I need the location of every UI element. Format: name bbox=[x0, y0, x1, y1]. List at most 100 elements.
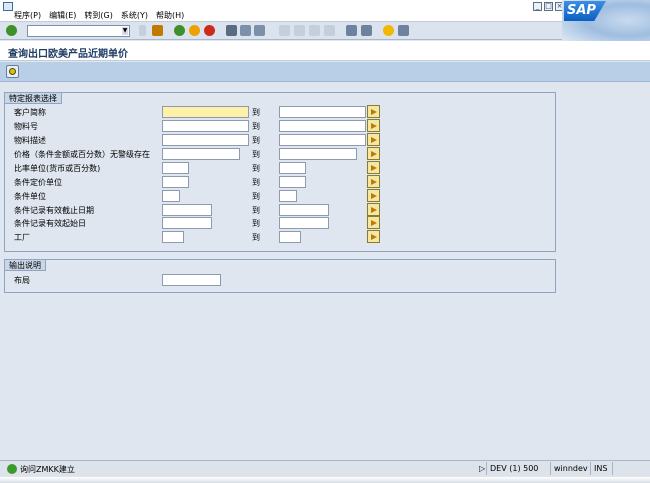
field-label: 物料号 bbox=[14, 122, 38, 131]
save-icon[interactable] bbox=[152, 25, 163, 36]
output-group-title: 输出说明 bbox=[5, 260, 46, 271]
multiple-selection-icon[interactable] bbox=[367, 161, 380, 174]
menu-goto[interactable]: 转到(G) bbox=[84, 10, 112, 21]
layout-input[interactable] bbox=[162, 274, 221, 286]
to-label: 到 bbox=[252, 233, 260, 242]
back-arrow-icon[interactable] bbox=[139, 25, 146, 36]
insert-mode[interactable]: INS bbox=[590, 462, 610, 475]
enter-icon[interactable] bbox=[6, 25, 17, 36]
to-label: 到 bbox=[252, 206, 260, 215]
layout-icon[interactable] bbox=[398, 25, 409, 36]
standard-toolbar: ▼ bbox=[0, 22, 562, 40]
material-from-input[interactable] bbox=[162, 120, 249, 132]
sap-logo-text: SAP bbox=[564, 1, 606, 21]
multiple-selection-icon[interactable] bbox=[367, 175, 380, 188]
menu-program[interactable]: 程序(P) bbox=[14, 10, 41, 21]
price-to-input[interactable] bbox=[279, 148, 357, 160]
field-label: 条件单位 bbox=[14, 192, 46, 201]
condition-unit-from-input[interactable] bbox=[162, 190, 180, 202]
first-page-icon[interactable] bbox=[279, 25, 290, 36]
plant-to-input[interactable] bbox=[279, 231, 301, 243]
multiple-selection-icon[interactable] bbox=[367, 189, 380, 202]
row-condition-unit: 条件单位 到 bbox=[5, 189, 557, 203]
last-page-icon[interactable] bbox=[324, 25, 335, 36]
status-message[interactable]: 询问ZMKK建立 bbox=[20, 464, 75, 475]
maximize-icon[interactable]: □ bbox=[544, 2, 553, 11]
rate-unit-to-input[interactable] bbox=[279, 162, 306, 174]
menu-edit[interactable]: 编辑(E) bbox=[49, 10, 76, 21]
back-icon[interactable] bbox=[174, 25, 185, 36]
field-label: 工厂 bbox=[14, 233, 30, 242]
server-info: winndev bbox=[550, 462, 591, 475]
menu-help[interactable]: 帮助(H) bbox=[156, 10, 184, 21]
to-label: 到 bbox=[252, 219, 260, 228]
material-to-input[interactable] bbox=[279, 120, 366, 132]
multiple-selection-icon[interactable] bbox=[367, 119, 380, 132]
window-icon[interactable] bbox=[3, 2, 13, 11]
exit-icon[interactable] bbox=[189, 25, 200, 36]
pricing-unit-to-input[interactable] bbox=[279, 176, 306, 188]
customer-to-input[interactable] bbox=[279, 106, 366, 118]
shortcut-icon[interactable] bbox=[361, 25, 372, 36]
row-layout: 布局 bbox=[5, 274, 557, 287]
field-label: 布局 bbox=[14, 276, 30, 285]
help-icon[interactable] bbox=[383, 25, 394, 36]
field-label: 条件定价单位 bbox=[14, 178, 62, 187]
execute-icon[interactable] bbox=[6, 65, 19, 78]
row-material-number: 物料号 到 bbox=[5, 119, 557, 133]
menu: 程序(P) 编辑(E) 转到(G) 系统(Y) 帮助(H) bbox=[14, 10, 184, 21]
row-plant: 工厂 到 bbox=[5, 230, 557, 244]
selection-group: 特定报表选择 客户简称 到 物料号 到 物料描述 到 价格（条件金额或百分数）无… bbox=[4, 92, 556, 252]
menu-system[interactable]: 系统(Y) bbox=[121, 10, 148, 21]
cancel-icon[interactable] bbox=[204, 25, 215, 36]
output-group: 输出说明 布局 bbox=[4, 259, 556, 293]
to-label: 到 bbox=[252, 164, 260, 173]
valid-to-to-input[interactable] bbox=[279, 204, 329, 216]
rate-unit-from-input[interactable] bbox=[162, 162, 189, 174]
multiple-selection-icon[interactable] bbox=[367, 216, 380, 229]
to-label: 到 bbox=[252, 108, 260, 117]
pricing-unit-from-input[interactable] bbox=[162, 176, 189, 188]
multiple-selection-icon[interactable] bbox=[367, 203, 380, 216]
to-label: 到 bbox=[252, 122, 260, 131]
multiple-selection-icon[interactable] bbox=[367, 133, 380, 146]
page-title: 查询出口欧美产品近期单价 bbox=[8, 49, 128, 60]
field-label: 物料描述 bbox=[14, 136, 46, 145]
price-from-input[interactable] bbox=[162, 148, 240, 160]
previous-page-icon[interactable] bbox=[294, 25, 305, 36]
row-rate-unit: 比率单位(货币或百分数) 到 bbox=[5, 161, 557, 175]
customer-from-input[interactable] bbox=[162, 106, 249, 118]
status-bar: 询问ZMKK建立 ▷ DEV (1) 500 winndev INS bbox=[0, 460, 650, 476]
field-label: 条件记录有效截止日期 bbox=[14, 206, 94, 215]
minimize-icon[interactable]: _ bbox=[533, 2, 542, 11]
multiple-selection-icon[interactable] bbox=[367, 230, 380, 243]
status-grip bbox=[612, 462, 650, 475]
row-valid-to: 条件记录有效截止日期 到 bbox=[5, 203, 557, 217]
row-valid-from: 条件记录有效起始日 到 bbox=[5, 216, 557, 230]
system-info[interactable]: DEV (1) 500 bbox=[486, 462, 541, 475]
next-page-icon[interactable] bbox=[309, 25, 320, 36]
application-toolbar bbox=[0, 62, 650, 82]
valid-from-to-input[interactable] bbox=[279, 217, 329, 229]
chevron-down-icon[interactable]: ▼ bbox=[122, 27, 128, 35]
new-session-icon[interactable] bbox=[346, 25, 357, 36]
row-pricing-unit: 条件定价单位 到 bbox=[5, 175, 557, 189]
condition-unit-to-input[interactable] bbox=[279, 190, 297, 202]
valid-from-from-input[interactable] bbox=[162, 217, 212, 229]
valid-to-from-input[interactable] bbox=[162, 204, 212, 216]
field-label: 客户简称 bbox=[14, 108, 46, 117]
description-from-input[interactable] bbox=[162, 134, 249, 146]
selection-group-title: 特定报表选择 bbox=[5, 93, 62, 104]
print-icon[interactable] bbox=[226, 25, 237, 36]
find-icon[interactable] bbox=[240, 25, 251, 36]
plant-from-input[interactable] bbox=[162, 231, 184, 243]
row-price: 价格（条件金额或百分数）无警级存在 到 bbox=[5, 147, 557, 161]
description-to-input[interactable] bbox=[279, 134, 366, 146]
multiple-selection-icon[interactable] bbox=[367, 105, 380, 118]
menu-bar: 程序(P) 编辑(E) 转到(G) 系统(Y) 帮助(H) _ □ × bbox=[0, 0, 650, 22]
command-field[interactable]: ▼ bbox=[27, 25, 130, 37]
multiple-selection-icon[interactable] bbox=[367, 147, 380, 160]
field-label: 价格（条件金额或百分数）无警级存在 bbox=[14, 150, 150, 159]
find-next-icon[interactable] bbox=[254, 25, 265, 36]
window-bottom bbox=[0, 477, 650, 483]
